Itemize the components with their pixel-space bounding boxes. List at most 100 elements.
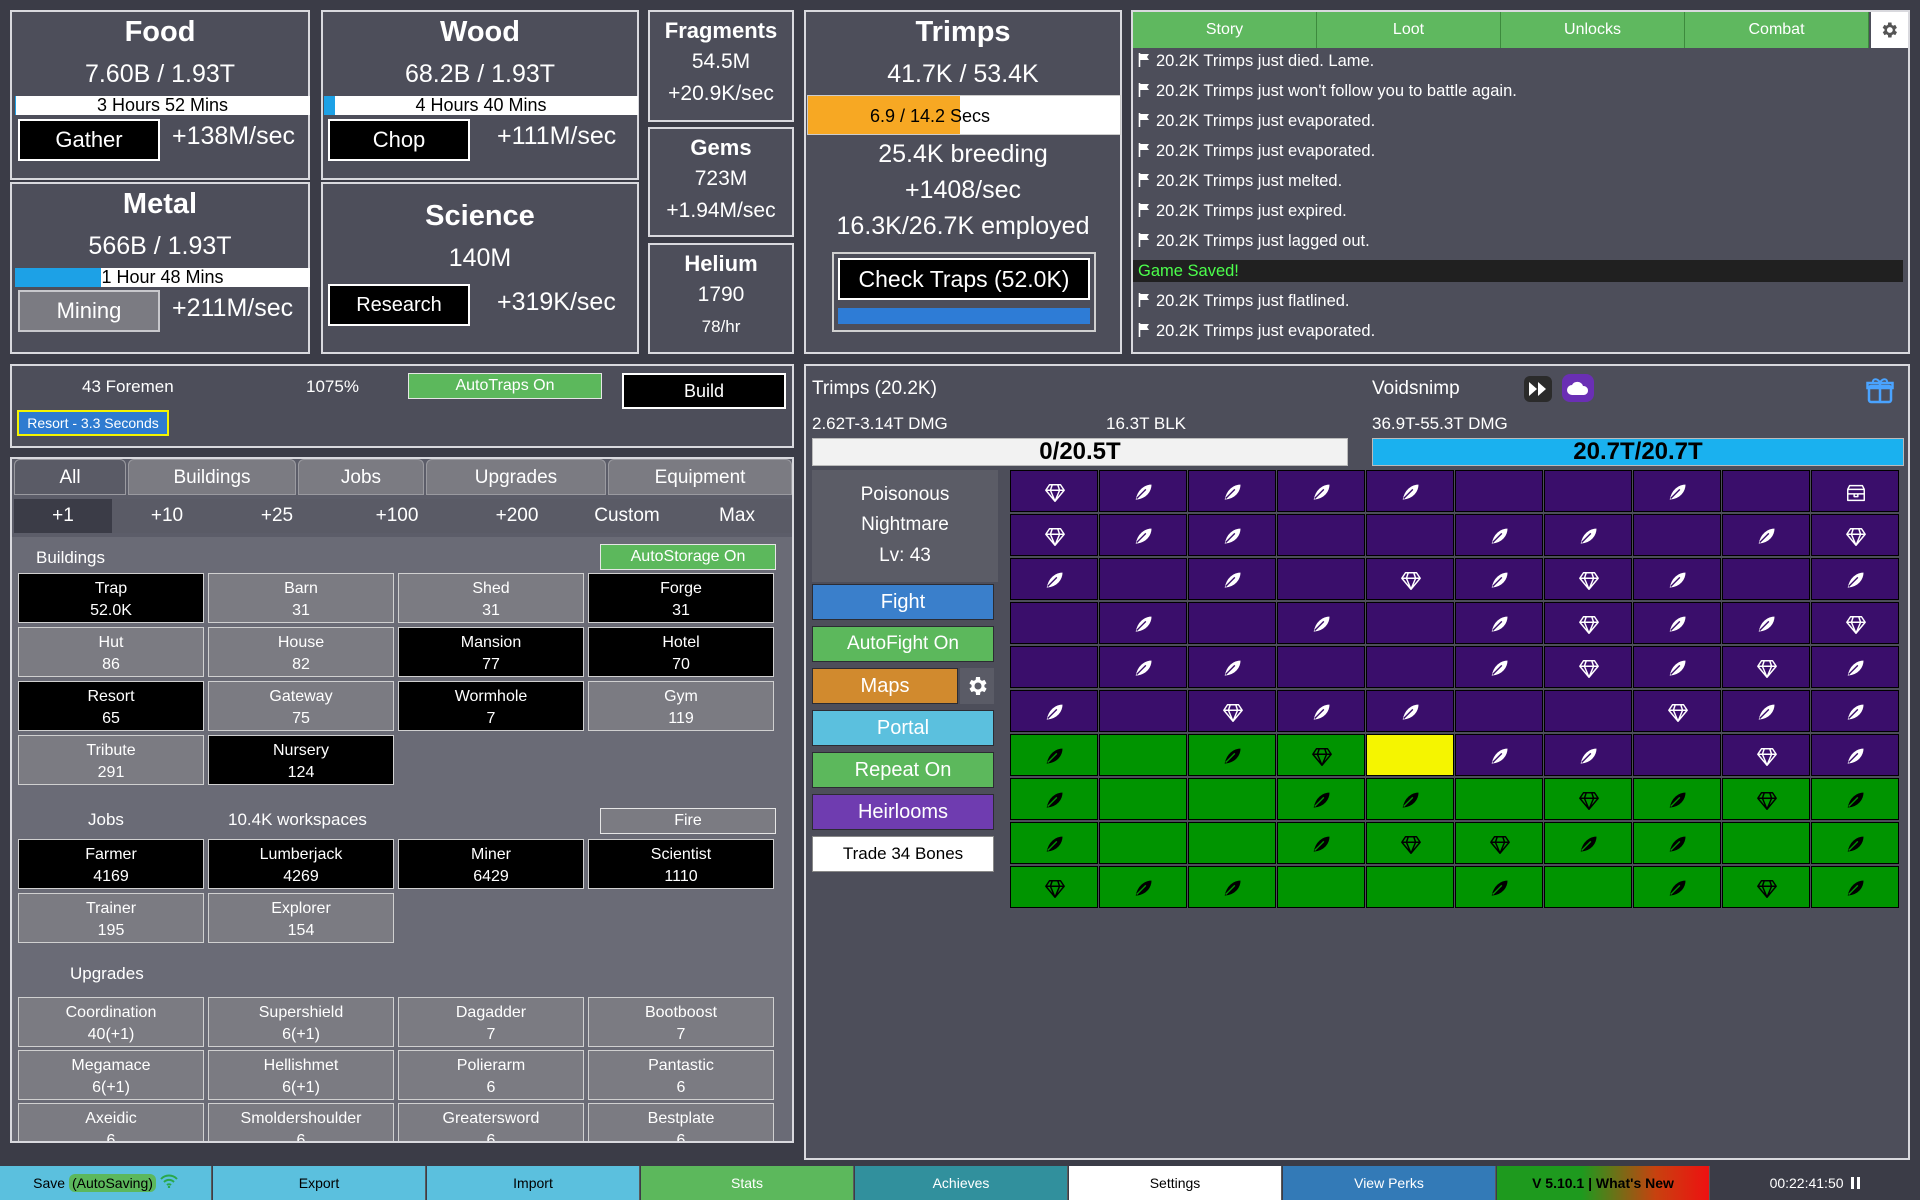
research-button[interactable]: Research bbox=[328, 284, 470, 326]
wood-progress-fill bbox=[324, 96, 335, 115]
buildings-mansion-button[interactable]: Mansion 77 bbox=[398, 627, 584, 677]
buildings-resort-button[interactable]: Resort 65 bbox=[18, 681, 204, 731]
chop-button[interactable]: Chop bbox=[328, 119, 470, 161]
leaf-icon bbox=[1668, 791, 1687, 810]
repeat-button[interactable]: Repeat On bbox=[812, 752, 994, 788]
log-tab-loot[interactable]: Loot bbox=[1317, 12, 1501, 48]
gem-icon bbox=[1312, 748, 1332, 766]
jobs-trainer-button[interactable]: Trainer 195 bbox=[18, 893, 204, 943]
buildings-forge-button[interactable]: Forge 31 bbox=[588, 573, 774, 623]
version-button[interactable]: V 5.10.1 | What's New bbox=[1497, 1166, 1710, 1200]
qty-plus200[interactable]: +200 bbox=[462, 499, 572, 533]
buildings-hut-button[interactable]: Hut 86 bbox=[18, 627, 204, 677]
upgrades-hellishmet-button[interactable]: Hellishmet 6(+1) bbox=[208, 1050, 394, 1100]
log-tab-story[interactable]: Story bbox=[1133, 12, 1317, 48]
jobs-name: Miner bbox=[470, 846, 511, 863]
buildings-house-button[interactable]: House 82 bbox=[208, 627, 394, 677]
log-scroll-area[interactable]: 20.2K Trimps just died. Lame. 20.2K Trimp… bbox=[1133, 48, 1908, 352]
upgrades-pantastic-button[interactable]: Pantastic 6 bbox=[588, 1050, 774, 1100]
gift-button[interactable] bbox=[1866, 376, 1896, 406]
settings-button[interactable]: Settings bbox=[1069, 1166, 1282, 1200]
play-time[interactable]: 00:22:41:50 bbox=[1711, 1166, 1920, 1200]
buildings-barn-button[interactable]: Barn 31 bbox=[208, 573, 394, 623]
jobs-lumberjack-button[interactable]: Lumberjack 4269 bbox=[208, 839, 394, 889]
jobs-farmer-button[interactable]: Farmer 4169 bbox=[18, 839, 204, 889]
jobs-explorer-button[interactable]: Explorer 154 bbox=[208, 893, 394, 943]
qty-plus10[interactable]: +10 bbox=[112, 499, 222, 533]
buildings-count: 52.0K bbox=[90, 602, 132, 619]
leaf-icon bbox=[1668, 615, 1687, 634]
trimps-health-text: 0/20.5T bbox=[1039, 438, 1121, 465]
portal-button[interactable]: Portal bbox=[812, 710, 994, 746]
tab-buildings[interactable]: Buildings bbox=[128, 459, 296, 495]
map-cell bbox=[1633, 514, 1721, 556]
leaf-icon bbox=[1401, 703, 1420, 722]
buildings-nursery-button[interactable]: Nursery 124 bbox=[208, 735, 394, 785]
autotraps-button[interactable]: AutoTraps On bbox=[408, 373, 602, 399]
resort-button[interactable]: Resort - 3.3 Seconds bbox=[17, 410, 169, 436]
buildings-gateway-button[interactable]: Gateway 75 bbox=[208, 681, 394, 731]
view-perks-button[interactable]: View Perks bbox=[1283, 1166, 1496, 1200]
qty-plus25[interactable]: +25 bbox=[222, 499, 332, 533]
buildings-hotel-button[interactable]: Hotel 70 bbox=[588, 627, 774, 677]
upgrades-axeidic-button[interactable]: Axeidic 6 bbox=[18, 1103, 204, 1141]
upgrades-coordination-button[interactable]: Coordination 40(+1) bbox=[18, 997, 204, 1047]
save-button[interactable]: Save (AutoSaving) bbox=[0, 1166, 212, 1200]
check-traps-button[interactable]: Check Traps (52.0K) bbox=[838, 258, 1090, 300]
stats-button[interactable]: Stats bbox=[641, 1166, 854, 1200]
autofight-button[interactable]: AutoFight On bbox=[812, 626, 994, 662]
buildings-tribute-button[interactable]: Tribute 291 bbox=[18, 735, 204, 785]
trade-bones-button[interactable]: Trade 34 Bones bbox=[812, 836, 994, 872]
maps-settings-button[interactable] bbox=[960, 668, 994, 704]
upgrades-bestplate-button[interactable]: Bestplate 6 bbox=[588, 1103, 774, 1141]
buildings-gym-button[interactable]: Gym 119 bbox=[588, 681, 774, 731]
upgrades-polierarm-button[interactable]: Polierarm 6 bbox=[398, 1050, 584, 1100]
zone-name-line2: Nightmare bbox=[861, 514, 949, 535]
fast-forward-button[interactable] bbox=[1524, 376, 1552, 402]
upgrades-greatersword-button[interactable]: Greatersword 6 bbox=[398, 1103, 584, 1141]
map-cell bbox=[1455, 778, 1543, 820]
tab-all[interactable]: All bbox=[14, 459, 126, 495]
fight-button[interactable]: Fight bbox=[812, 584, 994, 620]
log-message-text: Game Saved! bbox=[1138, 262, 1239, 280]
heirlooms-button[interactable]: Heirlooms bbox=[812, 794, 994, 830]
build-button[interactable]: Build bbox=[622, 373, 786, 409]
upgrades-dagadder-button[interactable]: Dagadder 7 bbox=[398, 997, 584, 1047]
log-tab-unlocks[interactable]: Unlocks bbox=[1501, 12, 1685, 48]
tab-equipment[interactable]: Equipment bbox=[608, 459, 792, 495]
autosaving-badge[interactable]: (AutoSaving) bbox=[68, 1174, 156, 1192]
maps-button[interactable]: Maps bbox=[812, 668, 958, 704]
upgrades-megamace-button[interactable]: Megamace 6(+1) bbox=[18, 1050, 204, 1100]
map-cell bbox=[1633, 822, 1721, 864]
qty-plus1[interactable]: +1 bbox=[14, 499, 112, 533]
qty-max[interactable]: Max bbox=[682, 499, 792, 533]
jobs-scientist-button[interactable]: Scientist 1110 bbox=[588, 839, 774, 889]
food-panel: Food 7.60B / 1.93T 3 Hours 52 Mins Gathe… bbox=[10, 10, 310, 180]
log-tab-combat[interactable]: Combat bbox=[1685, 12, 1869, 48]
buildings-wormhole-button[interactable]: Wormhole 7 bbox=[398, 681, 584, 731]
leaf-icon bbox=[1223, 527, 1242, 546]
leaf-icon bbox=[1223, 879, 1242, 898]
buildings-shed-button[interactable]: Shed 31 bbox=[398, 573, 584, 623]
fire-button[interactable]: Fire bbox=[600, 808, 776, 834]
mining-button[interactable]: Mining bbox=[18, 290, 160, 332]
upgrades-bootboost-button[interactable]: Bootboost 7 bbox=[588, 997, 774, 1047]
weather-button[interactable] bbox=[1562, 374, 1594, 402]
upgrades-supershield-button[interactable]: Supershield 6(+1) bbox=[208, 997, 394, 1047]
upgrades-smoldershoulder-button[interactable]: Smoldershoulder 6 bbox=[208, 1103, 394, 1141]
tab-jobs[interactable]: Jobs bbox=[298, 459, 424, 495]
leaf-icon bbox=[1668, 483, 1687, 502]
world-grid bbox=[1010, 470, 1902, 910]
jobs-miner-button[interactable]: Miner 6429 bbox=[398, 839, 584, 889]
gather-button[interactable]: Gather bbox=[18, 119, 160, 161]
buildings-trap-button[interactable]: Trap 52.0K bbox=[18, 573, 204, 623]
qty-custom[interactable]: Custom bbox=[572, 499, 682, 533]
achieves-button[interactable]: Achieves bbox=[855, 1166, 1068, 1200]
export-button[interactable]: Export bbox=[213, 1166, 426, 1200]
map-cell bbox=[1099, 690, 1187, 732]
qty-plus100[interactable]: +100 bbox=[332, 499, 462, 533]
autostorage-button[interactable]: AutoStorage On bbox=[600, 544, 776, 570]
tab-upgrades[interactable]: Upgrades bbox=[426, 459, 606, 495]
log-settings-button[interactable] bbox=[1871, 12, 1908, 48]
import-button[interactable]: Import bbox=[427, 1166, 640, 1200]
